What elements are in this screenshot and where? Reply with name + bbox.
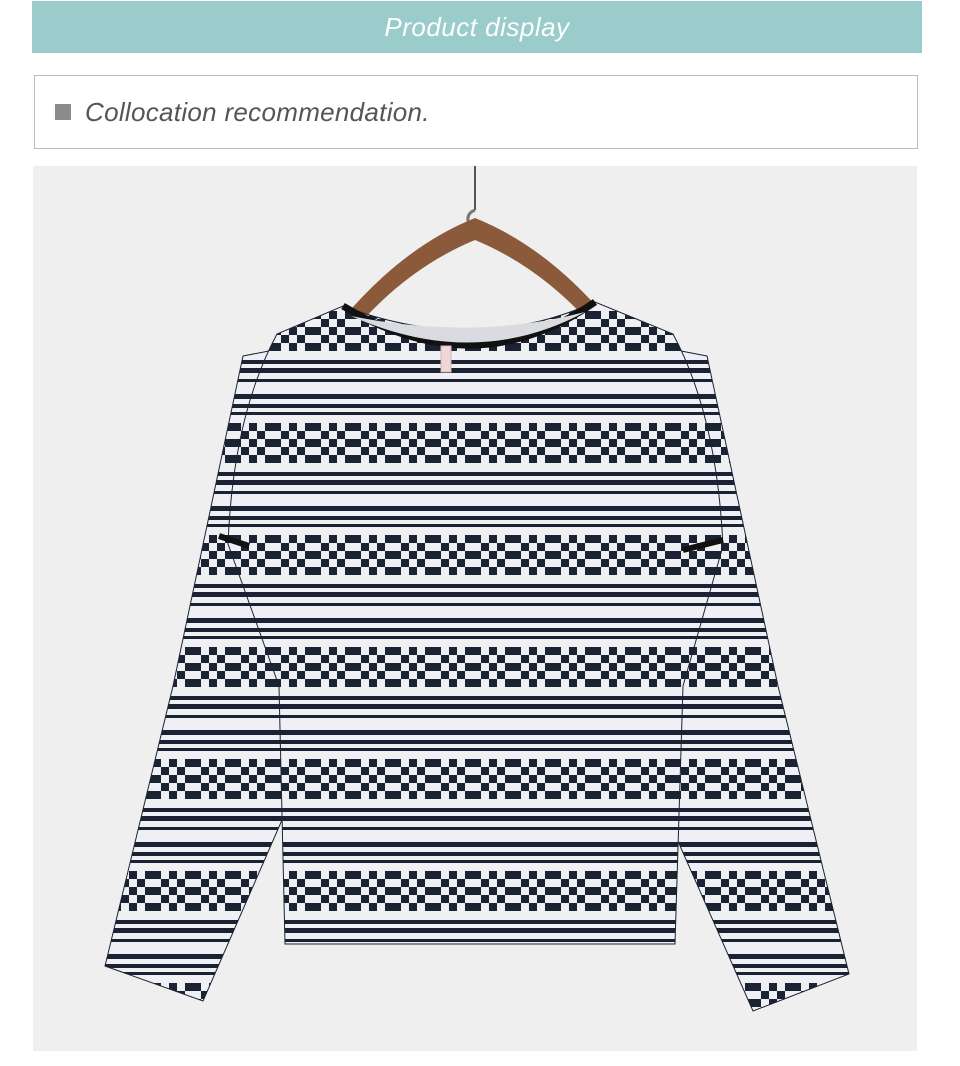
striped-top-on-hanger-icon	[104, 166, 850, 1012]
square-bullet-icon	[55, 104, 71, 120]
section-label: Collocation recommendation.	[85, 96, 430, 127]
product-display-banner: Product display	[32, 1, 922, 53]
banner-title: Product display	[384, 11, 570, 42]
section-header: Collocation recommendation.	[34, 75, 918, 149]
product-photo	[33, 166, 917, 1051]
